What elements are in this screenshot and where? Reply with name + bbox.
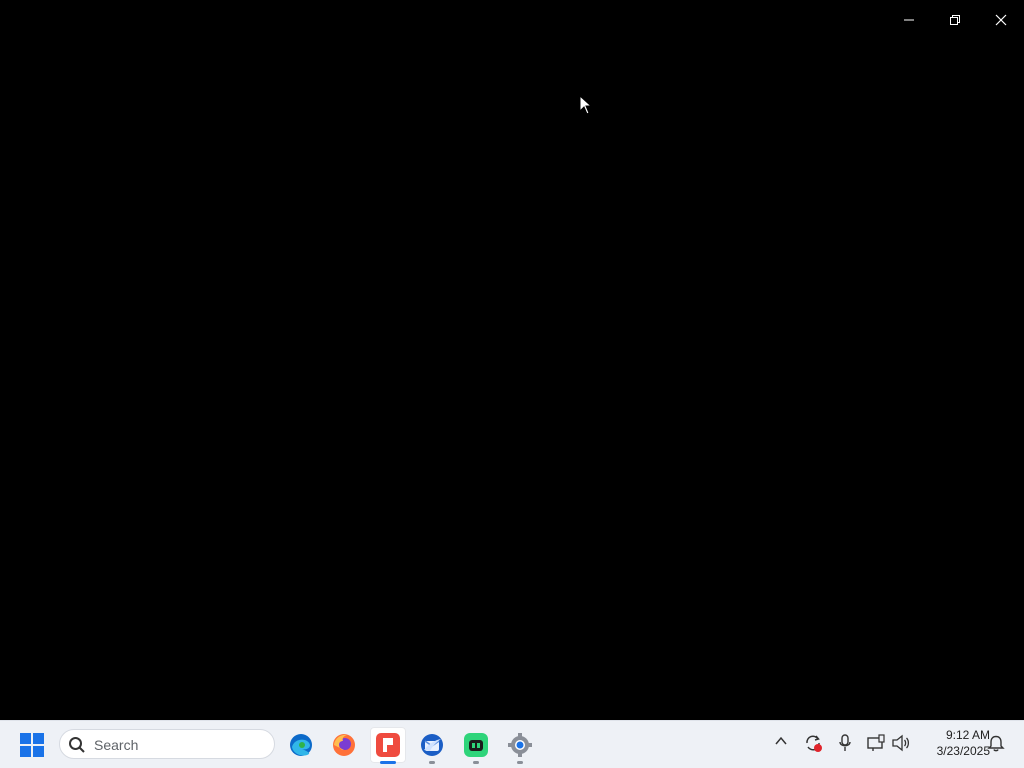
search-label: Search — [94, 737, 139, 753]
search-box[interactable]: Search — [59, 729, 275, 759]
bell-icon — [987, 735, 1005, 752]
close-icon — [995, 14, 1007, 26]
network-icon — [867, 734, 885, 751]
running-indicator — [517, 761, 523, 764]
taskbar: Search 9:12 AM 3/23/2025 — [0, 720, 1024, 768]
taskbar-app-firefox[interactable] — [326, 727, 362, 763]
tray-volume[interactable] — [891, 733, 911, 758]
tray-overflow-button[interactable] — [773, 733, 789, 754]
minimize-button[interactable] — [886, 0, 932, 40]
running-indicator — [429, 761, 435, 764]
taskbar-app-red[interactable] — [370, 727, 406, 764]
green-app-icon — [464, 733, 488, 757]
taskbar-app-thunderbird[interactable] — [414, 727, 450, 764]
restore-button[interactable] — [932, 0, 978, 40]
windows-logo-icon — [20, 733, 44, 757]
minimize-icon — [904, 19, 914, 21]
taskbar-app-settings[interactable] — [502, 727, 538, 764]
chevron-up-icon — [775, 736, 787, 745]
settings-icon — [508, 733, 532, 757]
close-button[interactable] — [978, 0, 1024, 40]
mouse-cursor-icon — [579, 95, 593, 115]
running-indicator — [473, 761, 479, 764]
clock[interactable]: 9:12 AM 3/23/2025 — [918, 727, 990, 759]
red-app-icon — [376, 733, 400, 757]
tray-network[interactable] — [866, 733, 886, 758]
firefox-icon — [333, 734, 355, 756]
window-controls — [886, 0, 1024, 40]
microphone-icon — [839, 734, 851, 751]
clock-time: 9:12 AM — [945, 728, 990, 742]
edge-icon — [290, 734, 312, 756]
taskbar-app-edge[interactable] — [283, 727, 319, 763]
clock-date: 3/23/2025 — [936, 744, 990, 758]
search-icon — [69, 737, 85, 753]
volume-icon — [892, 734, 910, 752]
tray-microphone[interactable] — [837, 733, 853, 758]
sync-icon — [806, 735, 822, 752]
taskbar-app-green[interactable] — [458, 727, 494, 764]
notifications-button[interactable] — [987, 733, 1005, 758]
tray-sync[interactable] — [803, 733, 823, 758]
thunderbird-icon — [421, 734, 443, 756]
active-indicator — [380, 761, 396, 764]
restore-icon — [950, 15, 960, 25]
start-button[interactable] — [20, 733, 44, 757]
